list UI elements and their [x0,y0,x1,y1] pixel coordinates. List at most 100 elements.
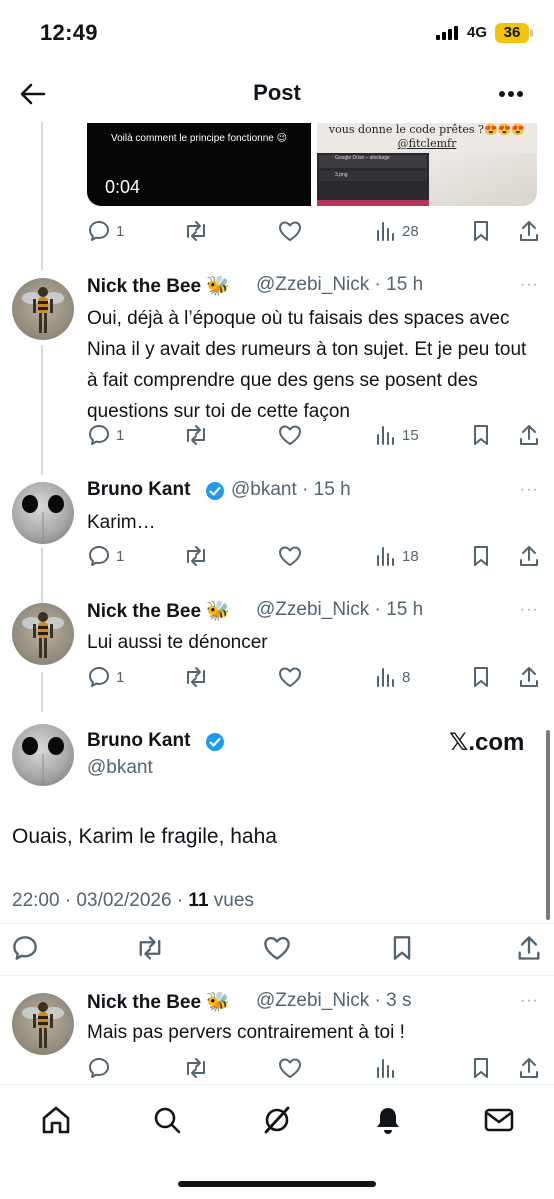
tweet-time: · 15 h [374,599,424,620]
like-icon[interactable] [278,666,302,688]
author-handle[interactable]: @bkant [87,757,153,779]
like-icon[interactable] [278,1057,302,1079]
more-options-icon[interactable]: ··· [520,481,539,499]
retweet-icon[interactable] [183,666,209,688]
author-handle[interactable]: @Zzebi_Nick [256,990,369,1011]
author-handle[interactable]: @Zzebi_Nick [256,274,369,295]
bookmark-icon[interactable] [472,220,490,242]
avatar[interactable] [12,724,74,786]
video-caption: Voilà comment le principe fonctionne 😉 [110,133,288,144]
tweet-text: Oui, déjà à l’époque où tu faisais des s… [87,308,527,422]
like-icon[interactable] [263,935,291,961]
share-icon[interactable] [518,544,540,568]
more-options-icon[interactable]: ··· [520,276,539,294]
bookmark-icon[interactable] [472,545,490,567]
bee-avatar-icon [22,1002,64,1048]
views-count: 8 [402,669,411,686]
bee-avatar-icon [22,287,64,333]
retweet-icon[interactable] [183,220,209,242]
author-name[interactable]: Bruno Kant [87,479,190,501]
tweet-text: Lui aussi te dénoncer [87,632,268,653]
screenshot-phone: Google Drive – stockage 3.png [317,153,429,206]
avatar[interactable] [12,603,74,665]
reply-count: 1 [116,669,125,686]
author-name[interactable]: Bruno Kant [87,730,190,752]
author-handle[interactable]: @Zzebi_Nick [256,599,369,620]
share-icon[interactable] [516,934,542,962]
reply-icon[interactable] [88,666,110,688]
views-icon[interactable] [375,221,397,241]
views-count: 11 [188,890,209,911]
author-name[interactable]: Nick the Bee 🐝 [87,990,230,1014]
author-name[interactable]: Nick the Bee 🐝 [87,599,230,623]
search-icon[interactable] [151,1104,183,1136]
retweet-icon[interactable] [183,1057,209,1079]
more-options-icon[interactable] [498,90,524,98]
like-icon[interactable] [278,220,302,242]
views-count: 15 [402,427,419,444]
image-thumbnail[interactable]: vous donne le code prêtes ?😍😍😍 @fitclemf… [317,123,537,206]
reply-icon[interactable] [12,935,38,961]
messages-icon[interactable] [483,1106,515,1134]
author-name[interactable]: Nick the Bee 🐝 [87,274,230,298]
home-indicator [178,1181,376,1187]
avatar-face-icon [22,737,64,786]
more-options-icon[interactable]: ··· [520,992,539,1010]
avatar[interactable] [12,278,74,340]
reply-icon[interactable] [88,220,110,242]
verified-badge-icon [206,482,224,500]
bookmark-icon[interactable] [391,935,413,961]
scrollbar[interactable] [546,730,550,920]
thread-line [41,672,43,712]
like-icon[interactable] [278,545,302,567]
views-icon[interactable] [375,1058,397,1078]
grok-icon[interactable] [261,1104,293,1136]
video-thumbnail[interactable]: Voilà comment le principe fonctionne 😉 0… [87,123,311,206]
views-count: 28 [402,223,419,240]
more-options-icon[interactable]: ··· [520,601,539,619]
home-icon[interactable] [40,1104,72,1136]
share-icon[interactable] [518,665,540,689]
share-icon[interactable] [518,219,540,243]
divider [0,923,554,924]
author-handle[interactable]: @bkant [231,479,297,500]
views-icon[interactable] [375,546,397,566]
thread-line [41,345,43,475]
tweet-time: · 15 h [374,274,424,295]
screenshot-file-name: 3.png [335,172,348,178]
bookmark-icon[interactable] [472,424,490,446]
image-caption-handle: @fitclemfr [397,137,457,150]
share-icon[interactable] [518,1056,540,1080]
views-label: vues [213,890,254,911]
thread-line [41,122,43,270]
like-icon[interactable] [278,424,302,446]
avatar[interactable] [12,482,74,544]
video-duration: 0:04 [105,177,141,197]
battery-tip [530,29,533,37]
verified-badge-icon [206,733,224,751]
bookmark-icon[interactable] [472,1057,490,1079]
retweet-icon[interactable] [135,935,165,961]
notifications-bell-icon[interactable] [372,1104,404,1136]
reply-icon[interactable] [88,424,110,446]
retweet-icon[interactable] [183,424,209,446]
avatar-face-icon [22,495,64,544]
thread-line [41,548,43,603]
avatar[interactable] [12,993,74,1055]
tweet-text: Mais pas pervers contrairement à toi ! [87,1022,405,1043]
status-time: 12:49 [40,20,98,45]
reply-icon[interactable] [88,1057,110,1079]
main-post-text: Ouais, Karim le fragile, haha [12,825,277,848]
reply-icon[interactable] [88,545,110,567]
views-icon[interactable] [375,667,397,687]
retweet-icon[interactable] [183,545,209,567]
bookmark-icon[interactable] [472,666,490,688]
share-icon[interactable] [518,423,540,447]
signal-icon [436,26,458,40]
tweet-text: Karim… [87,512,156,533]
post-timestamp: 22:00 · 03/02/2026 · [12,890,189,911]
reply-count: 1 [116,427,125,444]
tweet-time: · 3 s [374,990,412,1011]
bee-avatar-icon [22,612,64,658]
views-icon[interactable] [375,425,397,445]
